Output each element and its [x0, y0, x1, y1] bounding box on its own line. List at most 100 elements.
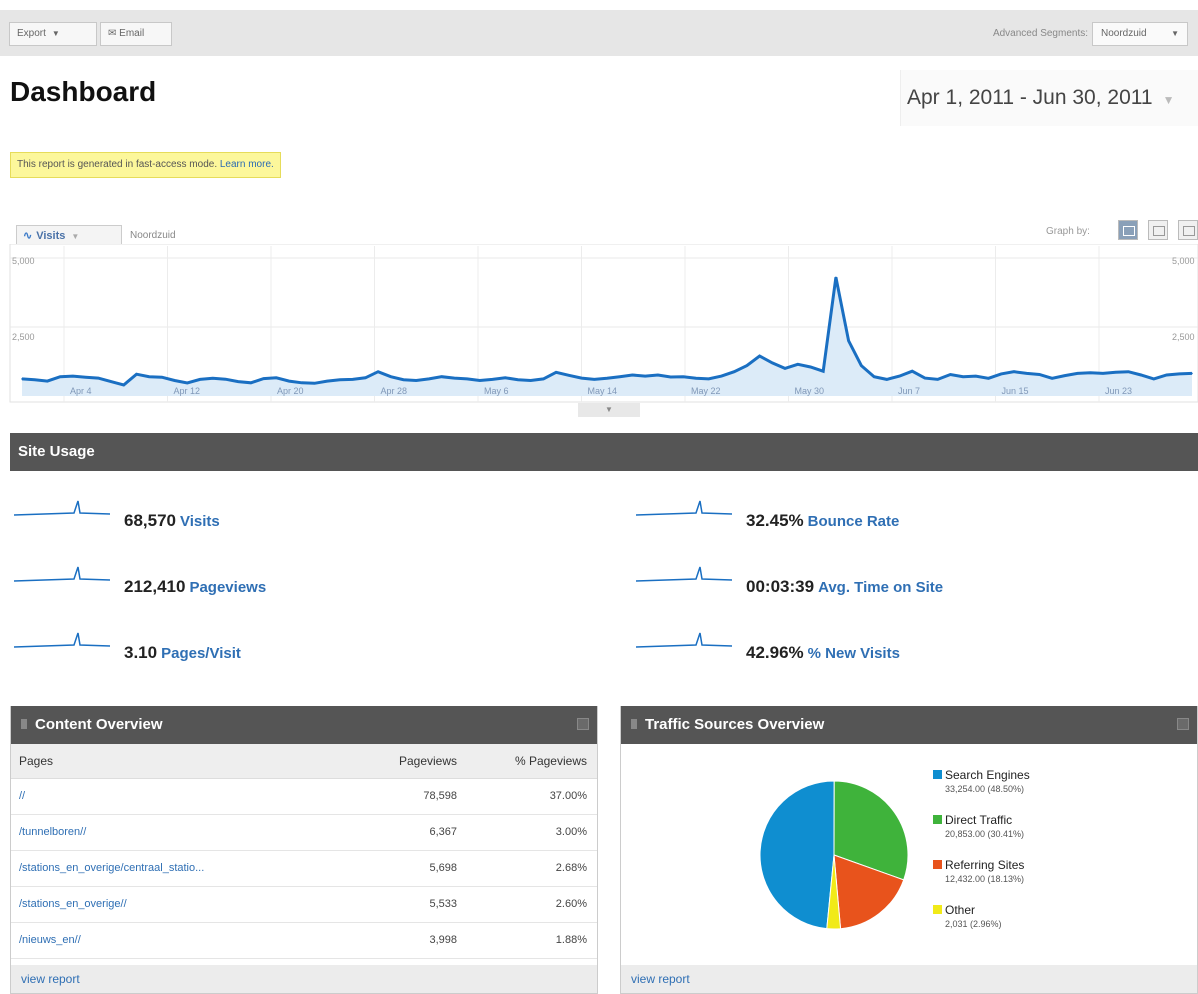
page-cell: /stations_en_overige/centraal_statio... [11, 850, 347, 887]
date-tick-label: Jun 23 [1105, 386, 1132, 396]
date-tick-label: Jun 7 [898, 386, 920, 396]
view-report-link[interactable]: view report [621, 965, 1197, 993]
sparkline [636, 632, 732, 648]
close-icon[interactable] [577, 718, 589, 730]
graph-segment-label: Noordzuid [130, 230, 176, 241]
y-tick-label: 5,000 [12, 256, 35, 266]
drag-handle-icon[interactable] [21, 719, 27, 729]
metric-link[interactable]: Avg. Time on Site [818, 579, 943, 596]
legend-item[interactable]: Search Engines 33,254.00 (48.50%) [933, 768, 1030, 813]
usage-metric: 68,570 Visits [14, 497, 514, 537]
toolbar: Export ▼ ✉ Email Advanced Segments: Noord… [0, 10, 1198, 56]
pageviews-cell: 78,598 [347, 778, 467, 815]
graph-by-month-button[interactable] [1178, 220, 1198, 240]
page-link[interactable]: /stations_en_overige// [19, 898, 127, 910]
date-range-value: Apr 1, 2011 - Jun 30, 2011 [907, 86, 1153, 109]
view-report-link[interactable]: view report [11, 965, 597, 993]
pageviews-cell: 5,698 [347, 850, 467, 887]
metric-value: 00:03:39 Avg. Time on Site [746, 577, 943, 597]
column-header[interactable]: Pages [11, 744, 347, 779]
pct-cell: 3.00% [467, 814, 597, 851]
content-table: Pages Pageviews % Pageviews // 78,598 37.0… [11, 744, 597, 959]
y-tick-label: 2,500 [12, 332, 35, 342]
date-tick-label: May 30 [795, 386, 825, 396]
legend-item[interactable]: Other 2,031 (2.96%) [933, 903, 1030, 948]
panel-title: Traffic Sources Overview [645, 716, 825, 733]
usage-metric: 32.45% Bounce Rate [636, 497, 1136, 537]
close-icon[interactable] [1177, 718, 1189, 730]
page-link[interactable]: /stations_en_overige/centraal_statio... [19, 862, 204, 874]
legend-name: Search Engines [945, 768, 1030, 782]
metric-link[interactable]: Bounce Rate [808, 513, 900, 530]
pageviews-cell: 3,998 [347, 922, 467, 959]
metric-link[interactable]: % New Visits [808, 645, 900, 662]
usage-metric: 00:03:39 Avg. Time on Site [636, 563, 1136, 603]
page-link[interactable]: // [19, 790, 25, 802]
date-tick-label: Apr 20 [277, 386, 304, 396]
legend-item[interactable]: Referring Sites 12,432.00 (18.13%) [933, 858, 1030, 903]
date-tick-label: May 6 [484, 386, 509, 396]
drag-handle-icon[interactable] [631, 719, 637, 729]
metric-number: 212,410 [124, 577, 186, 596]
metric-value: 42.96%% New Visits [746, 643, 900, 663]
date-tick-label: Apr 12 [174, 386, 201, 396]
metric-link[interactable]: Visits [180, 513, 220, 530]
line-chart-icon: ∿ [23, 230, 33, 242]
fast-access-notice: This report is generated in fast-access … [10, 152, 281, 178]
legend-value: 12,432.00 (18.13%) [945, 874, 1025, 884]
date-tick-label: May 14 [588, 386, 618, 396]
page-link[interactable]: /tunnelboren// [19, 826, 86, 838]
advanced-segments-select[interactable]: Noordzuid ▼ [1092, 22, 1188, 46]
column-header[interactable]: % Pageviews [467, 744, 597, 779]
metric-number: 42.96% [746, 643, 804, 662]
metric-number: 32.45% [746, 511, 804, 530]
sparkline [14, 632, 110, 648]
metric-link[interactable]: Pageviews [189, 579, 266, 596]
email-button[interactable]: ✉ Email [100, 22, 172, 46]
legend-swatch [933, 815, 942, 824]
legend-value: 2,031 (2.96%) [945, 919, 1002, 929]
pct-cell: 37.00% [467, 778, 597, 815]
collapse-graph-toggle[interactable]: ▼ [578, 403, 640, 417]
page-title: Dashboard [10, 76, 157, 107]
table-row: /stations_en_overige// 5,533 2.60% [11, 886, 597, 923]
usage-metric: 42.96%% New Visits [636, 629, 1136, 669]
envelope-icon: ✉ [108, 28, 117, 39]
export-button[interactable]: Export ▼ [9, 22, 97, 46]
learn-more-link[interactable]: Learn more. [220, 159, 274, 170]
table-header-row: Pages Pageviews % Pageviews [11, 744, 597, 779]
metric-value: 68,570 Visits [124, 511, 220, 531]
panel-title: Content Overview [35, 716, 163, 733]
usage-metric: 3.10 Pages/Visit [14, 629, 514, 669]
date-tick-label: May 22 [691, 386, 721, 396]
table-row: /nieuws_en// 3,998 1.88% [11, 922, 597, 959]
column-header[interactable]: Pageviews [347, 744, 467, 779]
legend-item[interactable]: Direct Traffic 20,853.00 (30.41%) [933, 813, 1030, 858]
date-tick-label: Apr 4 [70, 386, 92, 396]
pct-cell: 1.88% [467, 922, 597, 959]
metric-value: 3.10 Pages/Visit [124, 643, 241, 663]
site-usage-header: Site Usage [10, 433, 1198, 471]
notice-text: This report is generated in fast-access … [17, 159, 218, 170]
traffic-legend: Search Engines 33,254.00 (48.50%) Direct T… [933, 768, 1030, 948]
sparkline [636, 566, 732, 582]
export-label: Export [17, 28, 46, 39]
graph-by-day-button[interactable] [1118, 220, 1138, 240]
pct-cell: 2.60% [467, 886, 597, 923]
metric-link[interactable]: Pages/Visit [161, 645, 241, 662]
table-row: /stations_en_overige/centraal_statio... 5… [11, 850, 597, 887]
date-range-picker[interactable]: Apr 1, 2011 - Jun 30, 2011 ▼ [900, 70, 1198, 126]
segment-value: Noordzuid [1101, 28, 1147, 39]
page-cell: // [11, 778, 347, 815]
metric-value: 212,410 Pageviews [124, 577, 266, 597]
graph-by-week-button[interactable] [1148, 220, 1168, 240]
chevron-down-icon: ▼ [51, 29, 60, 38]
chevron-down-icon: ▼ [1162, 93, 1175, 107]
table-row: /tunnelboren// 6,367 3.00% [11, 814, 597, 851]
page-link[interactable]: /nieuws_en// [19, 934, 81, 946]
legend-swatch [933, 860, 942, 869]
chevron-down-icon: ▼ [1171, 29, 1179, 38]
metric-value: 32.45% Bounce Rate [746, 511, 899, 531]
traffic-sources-header: Traffic Sources Overview [621, 706, 1197, 744]
sparkline [14, 566, 110, 582]
